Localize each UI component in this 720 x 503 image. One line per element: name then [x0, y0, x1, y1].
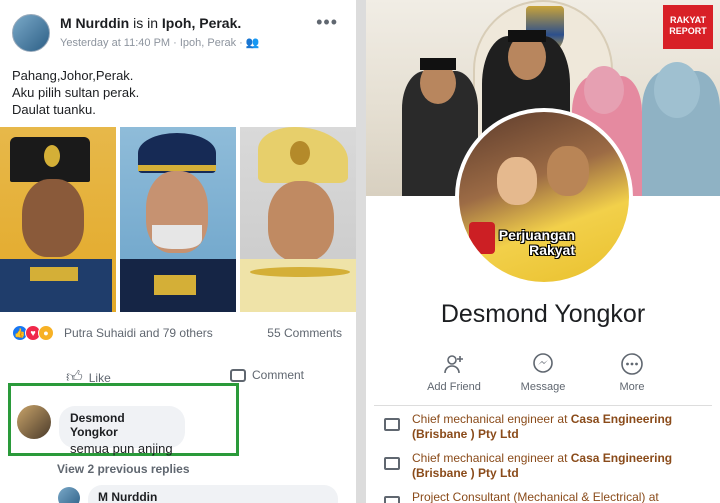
profile-name: Desmond Yongkor [440, 300, 646, 328]
comment-bubble[interactable]: Desmond Yongkor semua pun anjing [59, 406, 185, 456]
reply-author[interactable]: M Nurddin [88, 485, 338, 503]
more-button[interactable]: More [592, 352, 672, 393]
message-label: Message [520, 381, 566, 393]
photo-sultan-perak[interactable] [240, 127, 356, 312]
post-author-name[interactable]: M Nurddin [60, 15, 129, 31]
work-entry-text: Project Consultant (Mechanical & Electri… [412, 490, 702, 503]
work-role: Chief mechanical engineer at [412, 451, 571, 465]
comment-bubble-icon [230, 368, 246, 382]
reactions-summary[interactable]: 👍 ♥ ● Putra Suhaidi and 79 others 55 Com… [12, 323, 344, 343]
work-entry: Chief mechanical engineer at Casa Engine… [384, 412, 704, 448]
post-body: Pahang,Johor,Perak. Aku pilih sultan per… [12, 67, 342, 118]
add-friend-button[interactable]: Add Friend [414, 352, 494, 393]
photo-sultan-johor[interactable] [120, 127, 236, 312]
post-line: Daulat tuanku. [12, 102, 96, 117]
wow-reaction-icon: ● [38, 325, 54, 341]
friends-icon: 👥 [245, 37, 260, 49]
post-author-line: M Nurddin is in Ipoh, Perak. [60, 15, 241, 31]
fist-logo-icon [469, 222, 495, 254]
post-is-in: is in [133, 15, 159, 31]
comment-text: semua pun anjing [70, 441, 173, 456]
more-label: More [619, 381, 645, 393]
briefcase-icon [384, 496, 400, 503]
more-horizontal-icon[interactable]: ••• [316, 12, 338, 33]
facebook-post-panel: M Nurddin is in Ipoh, Perak. Yesterday a… [0, 0, 356, 503]
commenter-avatar[interactable] [17, 405, 51, 439]
profile-actions: Add Friend Message More [366, 352, 720, 402]
panel-gap [356, 0, 366, 503]
post-meta-text: Yesterday at 11:40 PM · Ipoh, Perak · [60, 37, 243, 49]
message-button[interactable]: Message [503, 352, 583, 393]
cover-person-head [584, 66, 624, 114]
work-role: Project Consultant (Mechanical & Electri… [412, 490, 659, 503]
briefcase-icon [384, 457, 400, 470]
post-meta: Yesterday at 11:40 PM · Ipoh, Perak · 👥 [60, 36, 260, 49]
comment-author[interactable]: Desmond Yongkor [70, 411, 174, 439]
post-photos[interactable] [0, 127, 356, 312]
comment-label: Comment [252, 368, 305, 382]
facebook-profile-panel: RAKYAT REPORT Perjuangan Rakyat Desmond … [366, 0, 720, 503]
work-role: Chief mechanical engineer at [412, 412, 571, 426]
reply-row: M Nurddin [58, 483, 348, 503]
work-entry-text: Chief mechanical engineer at Casa Engine… [412, 412, 702, 442]
briefcase-icon [384, 418, 400, 431]
cover-person-head [654, 62, 700, 118]
comment-button[interactable]: Comment [230, 368, 304, 382]
reaction-icons: 👍 ♥ ● [12, 325, 54, 341]
reply-avatar[interactable] [58, 487, 80, 503]
messenger-icon [533, 353, 553, 373]
profile-picture[interactable]: Perjuangan Rakyat [455, 108, 633, 286]
rakyat-report-logo: RAKYAT REPORT [663, 5, 713, 49]
work-entry-text: Chief mechanical engineer at Casa Engine… [412, 451, 702, 481]
profile-pic-face [547, 146, 589, 196]
work-entry: Project Consultant (Mechanical & Electri… [384, 490, 704, 503]
post-header: M Nurddin is in Ipoh, Perak. Yesterday a… [12, 12, 346, 56]
post-location[interactable]: Ipoh, Perak. [162, 15, 241, 31]
view-previous-replies-link[interactable]: View 2 previous replies [57, 462, 190, 476]
more-circle-icon [621, 353, 643, 375]
add-friend-label: Add Friend [427, 381, 481, 393]
work-entry: Chief mechanical engineer at Casa Engine… [384, 451, 704, 487]
post-line: Pahang,Johor,Perak. [12, 68, 134, 83]
reactions-text[interactable]: Putra Suhaidi and 79 others [64, 326, 213, 340]
profile-pic-face [497, 157, 537, 205]
author-avatar[interactable] [12, 14, 50, 52]
highlighted-comment: Desmond Yongkor semua pun anjing [8, 383, 239, 456]
add-friend-icon [444, 355, 463, 374]
post-line: Aku pilih sultan perak. [12, 85, 140, 100]
songkok-cap [420, 58, 456, 70]
songkok-cap [508, 30, 546, 42]
profile-pic-caption: Perjuangan Rakyat [498, 227, 575, 258]
photo-sultan-pahang[interactable] [0, 127, 116, 312]
comments-count[interactable]: 55 Comments [267, 326, 342, 340]
divider [374, 405, 712, 406]
